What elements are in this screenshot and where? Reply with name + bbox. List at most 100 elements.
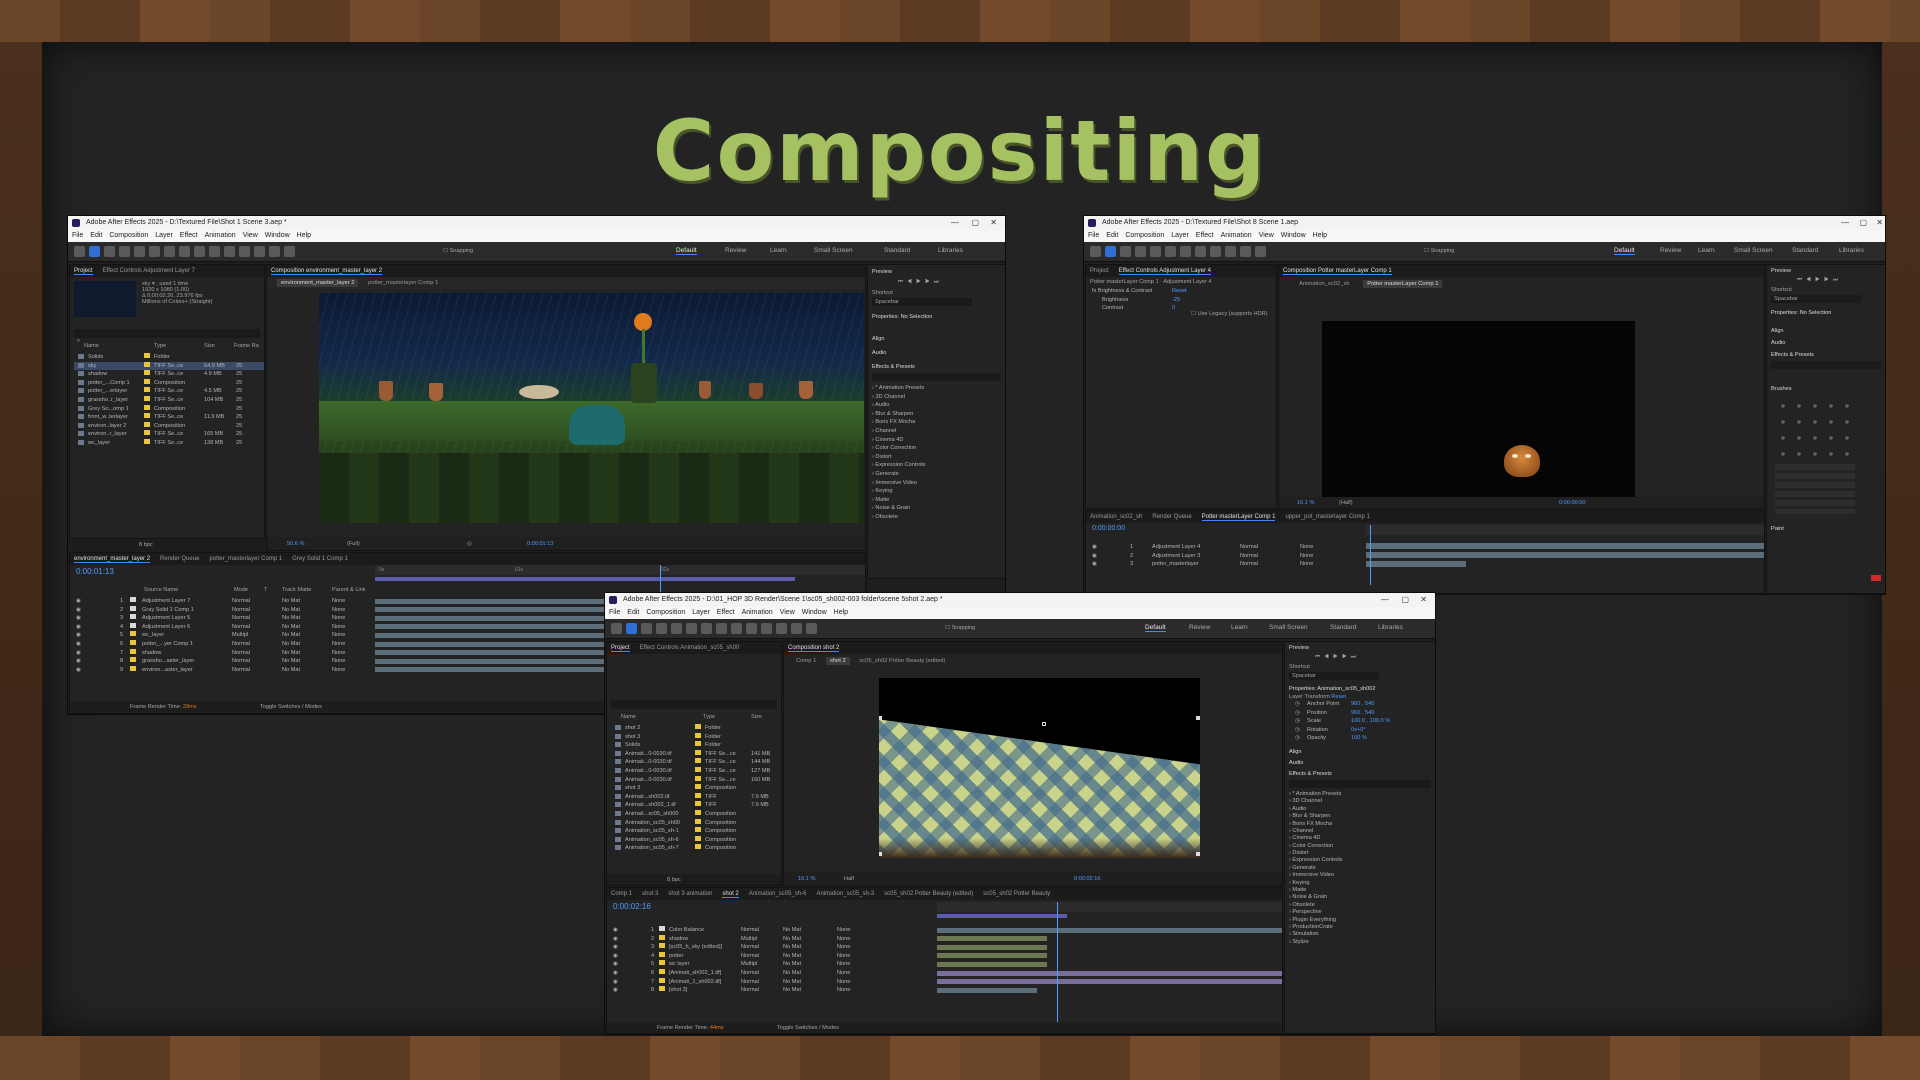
parent-dropdown[interactable]: None [837,969,850,978]
project-search-input[interactable]: ⌕ [74,329,260,344]
layer-duration-bar[interactable] [937,936,1047,942]
menu-window[interactable]: Window [802,609,827,616]
subtab-animation[interactable]: Animation_sc02_sh [1299,281,1350,287]
hand-tool-icon[interactable] [104,246,115,257]
transform-property-value[interactable]: 100.0 , 100.0 % [1351,717,1390,726]
workspace-small-screen[interactable]: Small Screen [814,247,853,254]
layer-row[interactable]: ◉ 1 Adjustment Layer 7 Normal No Mat None [74,597,369,606]
project-item[interactable]: sky TIFF Se..ce 64.9 MB 25 [74,361,264,371]
menu-edit[interactable]: Edit [1106,232,1118,239]
effects-category[interactable]: › Noise & Grain [1289,894,1435,901]
blend-mode-dropdown[interactable]: Normal [232,597,250,606]
project-item[interactable]: front_w..terlayer TIFF Se..ce 11.9 MB 25 [74,413,264,422]
project-item[interactable]: Animati...sh002.tif TIFF 7.9 MB [611,792,781,802]
type-tool-icon[interactable] [1210,246,1221,257]
project-item[interactable]: Animati...0-0030.tif TIFF Se...ce 141 MB [611,749,781,759]
work-area-bar[interactable] [375,577,795,581]
track-matte-dropdown[interactable]: No Mat [282,631,300,640]
rotate-tool-icon[interactable] [671,623,682,634]
tab-animation[interactable]: Animation_sc02_sh [1090,514,1142,520]
clone-stamp-tool-icon[interactable] [761,623,772,634]
track-matte-dropdown[interactable]: No Mat [783,943,801,952]
shortcut-dropdown[interactable]: Spacebar [1289,672,1379,680]
menu-animation[interactable]: Animation [1221,232,1252,239]
layer-duration-bar[interactable] [937,979,1282,985]
transform-property[interactable]: ◷ Scale 100.0 , 100.0 % [1295,717,1435,726]
visibility-eye-icon[interactable]: ◉ [1092,560,1097,569]
effect-property-value[interactable]: 0 [1172,304,1175,313]
hand-tool-icon[interactable] [641,623,652,634]
effects-category[interactable]: › Color Correction [872,444,1005,453]
tab-grey-solid[interactable]: Grey Solid 1 Comp 1 [292,556,348,562]
puppet-tool-icon[interactable] [1255,246,1266,257]
rotate-tool-icon[interactable] [1150,246,1161,257]
menu-help[interactable]: Help [297,232,311,239]
pen-tool-icon[interactable] [716,623,727,634]
minimize-icon[interactable]: — [1381,593,1389,607]
current-time-indicator[interactable] [1370,525,1371,585]
transform-property-value[interactable]: 0x+0° [1351,726,1366,735]
track-matte-dropdown[interactable]: No Mat [783,952,801,961]
effects-category[interactable]: › Audio [872,401,1005,410]
tab-upper-pot[interactable]: upper_pot_masterlayer Comp 1 [1285,514,1369,520]
menu-file[interactable]: File [609,609,620,616]
effects-category[interactable]: › Color Correction [1289,843,1435,850]
brush-presets-grid[interactable] [1775,398,1855,458]
roto-brush-tool-icon[interactable] [269,246,280,257]
shape-tool-icon[interactable] [701,623,712,634]
blend-mode-dropdown[interactable]: Normal [232,640,250,649]
effects-category[interactable]: › Stylize [1289,939,1435,946]
effects-category[interactable]: › ProductionCrate [1289,924,1435,931]
track-matte-dropdown[interactable]: No Mat [783,986,801,995]
effects-category[interactable]: › Expression Controls [1289,857,1435,864]
toggle-switches-button[interactable]: Toggle Switches / Modes [260,704,322,710]
workspace-libraries[interactable]: Libraries [1839,247,1864,254]
type-tool-icon[interactable] [731,623,742,634]
menu-animation[interactable]: Animation [205,232,236,239]
timeline-tab[interactable]: sc05_sh02 Potter Beauty (edited) [884,891,973,897]
effects-category[interactable]: › Boris FX Mocha [1289,821,1435,828]
current-time-indicator[interactable] [1057,902,1058,1022]
maximize-icon[interactable]: ▢ [971,216,979,230]
track-matte-dropdown[interactable]: No Mat [783,960,801,969]
menu-help[interactable]: Help [834,609,848,616]
layer-row[interactable]: ◉ 2 Gray Solid 1 Comp 1 Normal No Mat None [74,605,369,615]
project-item[interactable]: potter_...erlayer TIFF Se..ce 4.5 MB 25 [74,387,264,396]
timeline-tab[interactable]: Animation_sc05_sh-3 [816,891,874,897]
effects-category[interactable]: › Immersive Video [872,479,1005,488]
bounding-box-handle[interactable] [879,852,882,856]
viewer-timecode[interactable]: 0:00:01:13 [527,541,553,547]
parent-dropdown[interactable]: None [837,943,850,952]
menu-file[interactable]: File [1088,232,1099,239]
parent-dropdown[interactable]: None [837,960,850,969]
transform-property-value[interactable]: 100 % [1351,734,1367,743]
effect-property-value[interactable]: Reset [1172,287,1187,296]
project-search-input[interactable] [611,700,777,709]
parent-dropdown[interactable]: None [837,978,850,987]
layer-row[interactable]: ◉ 9 environ...aster_layer Normal No Mat None [74,665,369,675]
parent-dropdown[interactable]: None [1300,560,1313,569]
workspace-default[interactable]: Default [676,247,697,255]
blend-mode-dropdown[interactable]: Normal [232,614,250,623]
selection-tool-icon[interactable] [1105,246,1116,257]
workspace-standard[interactable]: Standard [1792,247,1818,254]
project-item[interactable]: Animati...0-0030.tif TIFF Se...ce 160 MB [611,775,781,785]
project-item[interactable]: Animation_sc05_sh-7 Composition [611,844,781,853]
stopwatch-icon[interactable]: ◷ [1295,700,1300,709]
zoom-dropdown[interactable]: 16.1 % [798,876,815,882]
effects-category[interactable]: › Expression Controls [872,461,1005,470]
workspace-default[interactable]: Default [1614,247,1635,255]
visibility-eye-icon[interactable]: ◉ [613,943,618,952]
layer-duration-bar[interactable] [937,927,1282,933]
track-matte-dropdown[interactable]: No Mat [783,978,801,987]
bounding-box-handle[interactable] [1196,852,1200,856]
project-item[interactable]: grassho..r_layer TIFF Se..ce 104 MB 25 [74,395,264,405]
project-item[interactable]: shadow TIFF Se..ce 4.9 MB 25 [74,370,264,379]
effects-category[interactable]: › Immersive Video [1289,872,1435,879]
audio-label[interactable]: Audio [1285,755,1435,766]
bounding-box-handle[interactable] [879,716,882,720]
subtab-potter-beauty[interactable]: sc05_sh02 Potter Beauty (edited) [859,658,945,664]
tab-potter-comp[interactable]: Potter masterLayer Comp 1 [1201,514,1276,521]
layer-row[interactable]: ◉ 7 [Animati_1_sh002.tif] Normal No Mat None [611,977,931,987]
layer-row[interactable]: ◉ 1 Color Balance Normal No Mat None [611,926,931,935]
